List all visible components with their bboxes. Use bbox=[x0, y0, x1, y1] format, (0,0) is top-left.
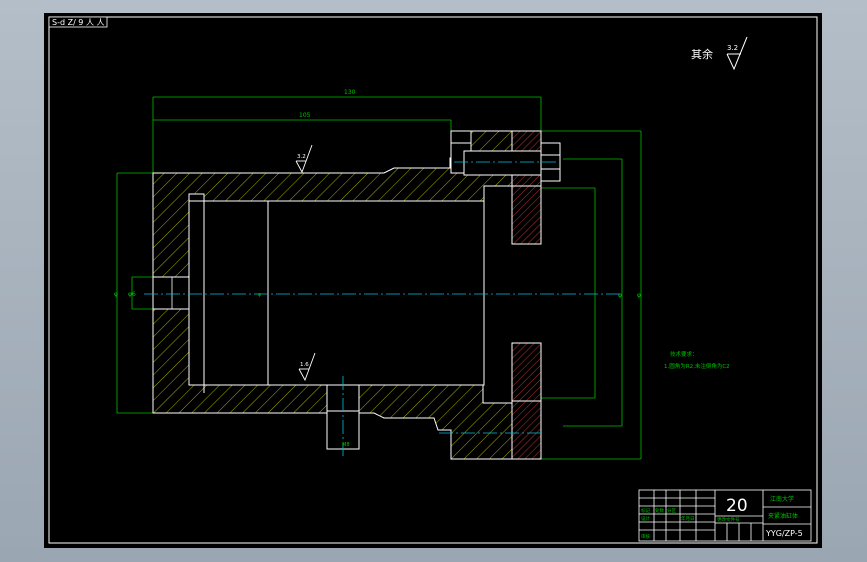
tab-title: S-d Z/ 9 人 人 bbox=[52, 18, 104, 27]
cad-drawing-canvas[interactable]: S-d Z/ 9 人 人 其余 3.2 130 105 φ φ φ φ6 3.2… bbox=[44, 13, 822, 548]
dim-left-hole: φ6 bbox=[128, 291, 136, 298]
svg-text:1.6: 1.6 bbox=[300, 362, 309, 368]
dim-right: φ bbox=[618, 292, 622, 299]
roughness-symbol-rest: 3.2 bbox=[726, 36, 748, 71]
title-block-part-name: 夹紧油缸体 bbox=[768, 512, 798, 520]
title-block-cell-8: 审核 bbox=[641, 533, 650, 540]
title-block-cell-7: 设计 bbox=[641, 515, 650, 522]
dim-height: φ bbox=[114, 291, 118, 298]
roughness-symbol-top: 3.2 bbox=[295, 144, 313, 174]
svg-text:3.2: 3.2 bbox=[297, 154, 306, 160]
title-block-school: 江南大学 bbox=[770, 495, 794, 503]
title-block-scale: 20 bbox=[726, 496, 748, 516]
dim-port: M8 bbox=[342, 442, 350, 448]
svg-text:3.2: 3.2 bbox=[727, 44, 738, 52]
flange-section bbox=[511, 130, 542, 460]
title-block-cell-4: 更改文件号 bbox=[717, 516, 740, 523]
title-block-cell-3: 分区 bbox=[667, 507, 676, 514]
drawing-svg: S-d Z/ 9 人 人 其余 3.2 130 105 φ φ φ φ6 3.2… bbox=[48, 16, 818, 544]
title-block-cell-1: 标记 bbox=[641, 507, 650, 514]
dimension-top-inner bbox=[153, 119, 452, 131]
tech-req-line1: 1.圆角为R2,未注倒角为C2 bbox=[664, 362, 730, 370]
tech-req-title: 技术要求： bbox=[670, 350, 698, 358]
dim-inner-length: 105 bbox=[299, 112, 311, 119]
title-block-cell-6: 年月日 bbox=[681, 515, 695, 522]
title-block-drawing-no: YYG/ZP-5 bbox=[765, 529, 803, 538]
surface-finish-rest-label: 其余 bbox=[691, 47, 713, 61]
cylinder-body-section bbox=[152, 130, 513, 460]
title-block-cell-2: 处数 bbox=[655, 507, 664, 514]
dim-outer: φ bbox=[637, 292, 641, 299]
dim-overall-length: 130 bbox=[344, 89, 356, 96]
